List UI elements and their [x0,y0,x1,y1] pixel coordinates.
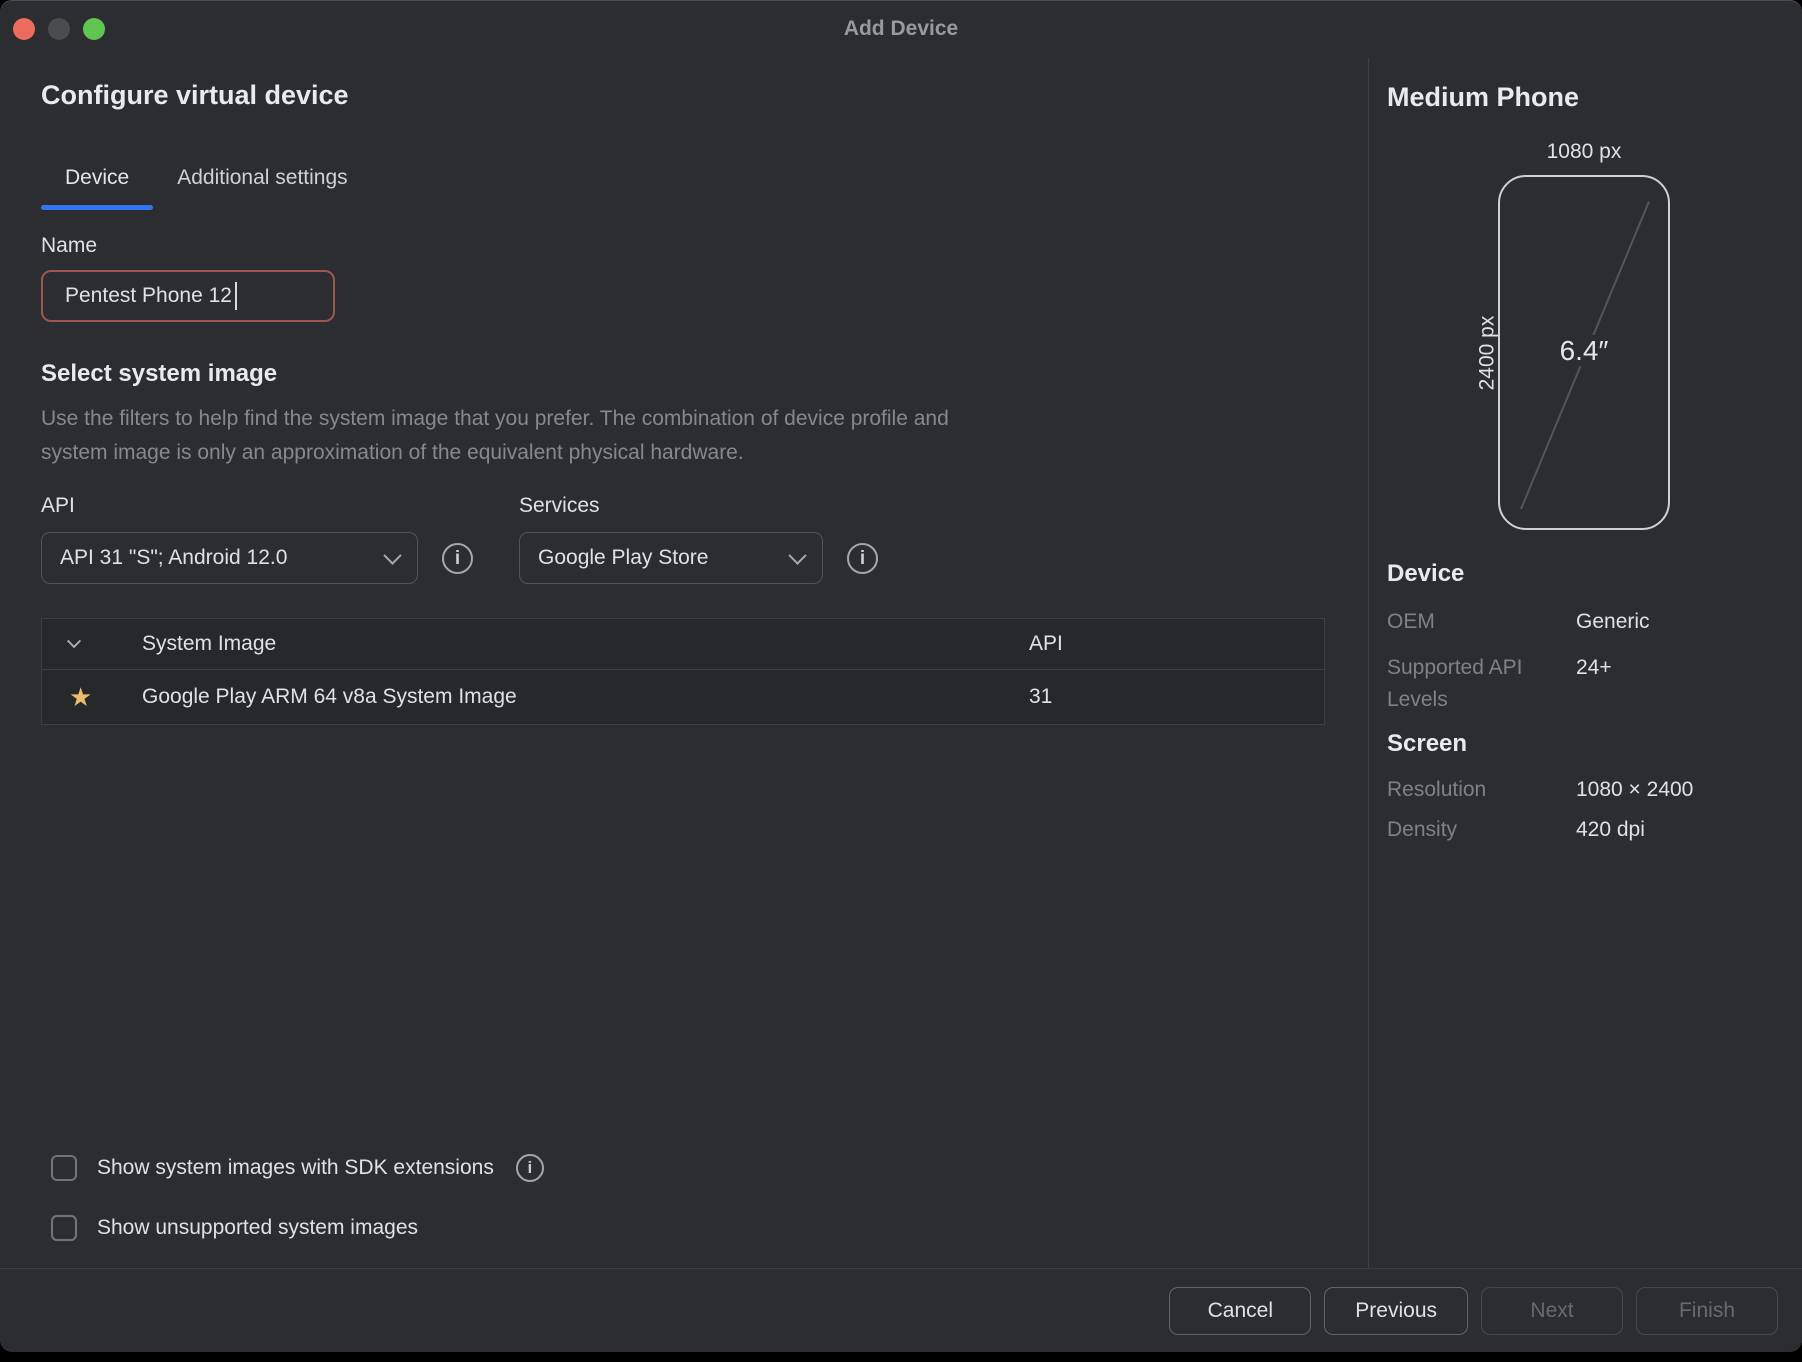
tab-bar: Device Additional settings [41,166,1368,210]
device-name-value: Pentest Phone 12 [65,284,232,308]
favorite-star-icon[interactable]: ★ [69,684,92,710]
resolution-label: Resolution [1387,774,1567,806]
main-panel: Configure virtual device Device Addition… [0,58,1368,1268]
next-button: Next [1481,1287,1623,1335]
chevron-down-icon [788,546,806,564]
column-header-api[interactable]: API [1029,632,1324,656]
device-section-title: Device [1387,560,1464,588]
tab-device[interactable]: Device [41,166,153,210]
table-header-row: System Image API [42,619,1324,670]
api-label: API [41,494,418,518]
height-dimension-label: 2400 px [1457,175,1517,530]
previous-button[interactable]: Previous [1324,1287,1468,1335]
services-filter: Services Google Play Store [519,494,823,584]
screen-size-label: 6.4″ [1500,335,1668,367]
oem-label: OEM [1387,606,1567,638]
titlebar: Add Device [0,0,1802,58]
table-row[interactable]: ★ Google Play ARM 64 v8a System Image 31 [42,670,1324,724]
supported-api-label: Supported API Levels [1387,652,1567,716]
add-device-dialog: Add Device Configure virtual device Devi… [0,0,1802,1352]
dialog-footer: Cancel Previous Next Finish [0,1268,1802,1352]
checkbox-unchecked[interactable] [51,1215,77,1241]
system-image-table: System Image API ★ Google Play ARM 64 v8… [41,618,1325,725]
services-dropdown[interactable]: Google Play Store [519,532,823,584]
width-dimension-label: 1080 px [1498,140,1670,164]
api-info-icon[interactable]: i [442,543,473,574]
sdk-extensions-checkbox-row[interactable]: Show system images with SDK extensions i [51,1154,544,1182]
close-button[interactable] [13,18,35,40]
device-name-input[interactable]: Pentest Phone 12 [41,270,335,322]
density-label: Density [1387,814,1567,846]
system-image-api: 31 [1029,685,1324,709]
window-title: Add Device [844,17,958,41]
oem-value: Generic [1576,606,1650,638]
traffic-lights [13,18,105,40]
device-preview-panel: Medium Phone 1080 px 6.4″ 2400 px Device… [1369,58,1802,1268]
unsupported-images-checkbox-row[interactable]: Show unsupported system images [51,1215,544,1241]
text-cursor [235,282,237,310]
select-system-image-title: Select system image [41,360,1368,388]
device-info-rows: OEM Generic Supported API Levels 24+ [1387,606,1650,716]
chevron-down-icon [383,546,401,564]
services-info-icon[interactable]: i [847,543,878,574]
api-dropdown[interactable]: API 31 "S"; Android 12.0 [41,532,418,584]
system-image-name: Google Play ARM 64 v8a System Image [142,685,1029,709]
column-header-system-image[interactable]: System Image [142,632,1029,656]
device-profile-name: Medium Phone [1387,82,1579,113]
density-value: 420 dpi [1576,814,1693,846]
active-tab-indicator [41,205,153,210]
zoom-button[interactable] [83,18,105,40]
checkbox-unchecked[interactable] [51,1155,77,1181]
sdk-extensions-info-icon[interactable]: i [516,1154,544,1182]
collapse-chevron-icon[interactable] [42,639,142,649]
name-label: Name [41,234,1368,258]
screen-info-rows: Resolution 1080 × 2400 Density 420 dpi [1387,774,1693,846]
system-image-description: Use the filters to help find the system … [41,402,1368,470]
supported-api-value: 24+ [1576,652,1650,684]
screen-section-title: Screen [1387,730,1467,758]
services-label: Services [519,494,823,518]
phone-outline-diagram: 6.4″ [1498,175,1670,530]
page-title: Configure virtual device [41,80,1368,111]
tab-additional-settings[interactable]: Additional settings [153,166,371,210]
finish-button: Finish [1636,1287,1778,1335]
checkbox-group: Show system images with SDK extensions i… [51,1154,544,1241]
cancel-button[interactable]: Cancel [1169,1287,1311,1335]
resolution-value: 1080 × 2400 [1576,774,1693,806]
api-filter: API API 31 "S"; Android 12.0 [41,494,418,584]
filters-row: API API 31 "S"; Android 12.0 i Services … [41,494,1368,584]
minimize-button-disabled [48,18,70,40]
